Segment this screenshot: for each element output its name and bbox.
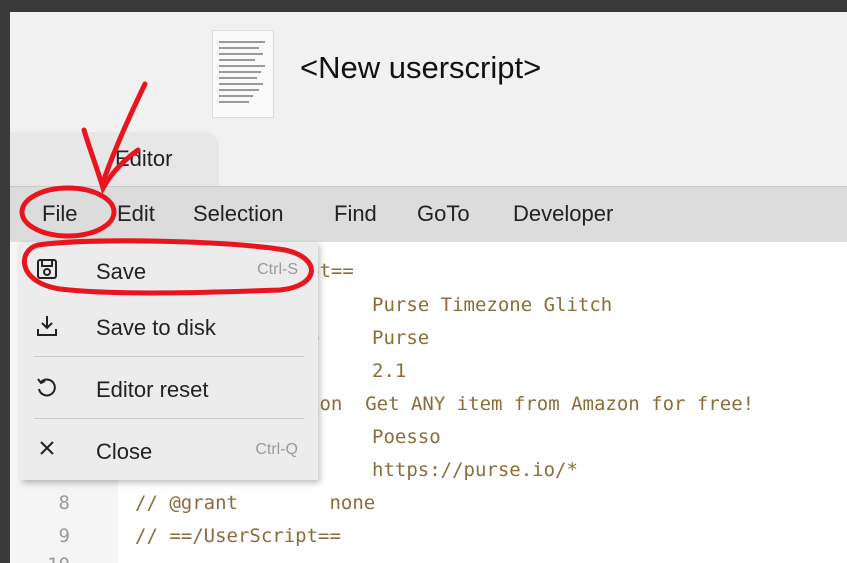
code-line: // @grant none xyxy=(135,492,376,514)
menu-item-label: Close xyxy=(96,439,153,464)
line-number: 9 xyxy=(58,525,70,547)
code-line: 2.1 xyxy=(372,360,407,382)
menu-developer[interactable]: Developer xyxy=(513,201,613,227)
reset-icon xyxy=(34,376,60,402)
menu-item-save[interactable]: Save Ctrl-S xyxy=(20,246,318,298)
menu-edit[interactable]: Edit xyxy=(117,201,155,227)
tab-label: Editor xyxy=(115,146,173,171)
download-icon xyxy=(34,314,60,340)
line-number: 10 xyxy=(10,554,70,563)
menu-item-shortcut: Ctrl-Q xyxy=(255,441,298,458)
file-menu-dropdown: Save Ctrl-S Save to disk Editor reset Cl… xyxy=(20,242,318,480)
editor-window: <New userscript> Editor File Edit Select… xyxy=(10,12,847,563)
menu-find[interactable]: Find xyxy=(334,201,377,227)
script-thumbnail xyxy=(212,30,274,118)
menubar: File Edit Selection Find GoTo Developer xyxy=(10,186,847,243)
line-number: 8 xyxy=(58,492,70,514)
header: <New userscript> xyxy=(10,12,847,132)
menu-item-shortcut: Ctrl-S xyxy=(257,261,298,278)
menu-item-editor-reset[interactable]: Editor reset xyxy=(20,364,318,416)
tab-editor[interactable]: Editor xyxy=(10,132,219,186)
close-icon xyxy=(34,438,60,464)
code-line: Purse Timezone Glitch xyxy=(372,294,613,316)
code-line: Poesso xyxy=(372,426,441,448)
menu-item-save-to-disk[interactable]: Save to disk xyxy=(20,302,318,354)
menu-item-label: Editor reset xyxy=(96,377,209,402)
menu-separator xyxy=(34,418,304,419)
code-line: Purse xyxy=(372,327,430,349)
code-line: ion Get ANY item from Amazon for free! xyxy=(308,393,755,415)
menu-item-label: Save to disk xyxy=(96,315,216,340)
menu-item-label: Save xyxy=(96,259,147,284)
menu-item-close[interactable]: Close Ctrl-Q xyxy=(20,426,318,478)
menu-goto[interactable]: GoTo xyxy=(417,201,470,227)
code-line: https://purse.io/* xyxy=(372,459,578,481)
menu-selection[interactable]: Selection xyxy=(193,201,284,227)
menu-separator xyxy=(34,356,304,357)
page-title: <New userscript> xyxy=(300,50,542,85)
menu-file[interactable]: File xyxy=(42,201,77,227)
save-icon xyxy=(34,258,60,284)
code-line: // ==/UserScript== xyxy=(135,525,341,547)
